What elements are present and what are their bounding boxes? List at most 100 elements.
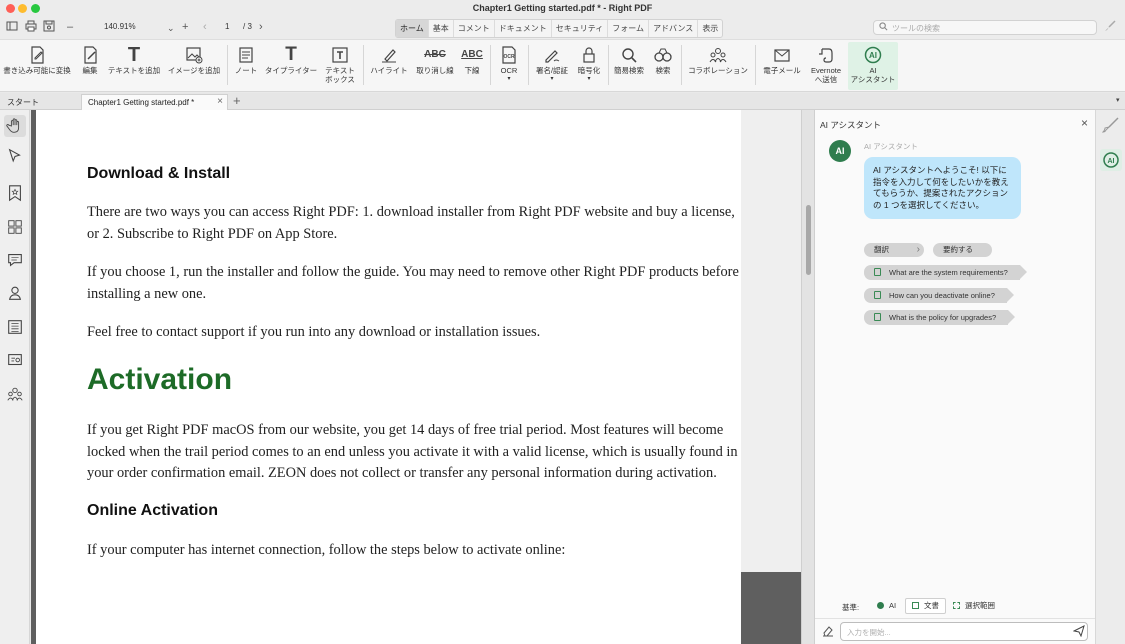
document-viewport[interactable]: Download & Install There are two ways yo… — [31, 110, 801, 644]
print-icon[interactable] — [25, 20, 37, 36]
underline-button[interactable]: ABC 下線 — [459, 42, 485, 90]
paragraph: If you get Right PDF macOS from our webs… — [87, 422, 738, 481]
next-page-button[interactable]: › — [259, 20, 263, 34]
svg-text:AI: AI — [869, 51, 877, 60]
summarize-action-button[interactable]: 要約する — [933, 243, 992, 257]
layers-icon[interactable] — [4, 316, 26, 338]
basis-option-selection[interactable]: 選択範囲 — [946, 598, 1002, 614]
brush-icon[interactable] — [1100, 116, 1122, 138]
vertical-scrollbar[interactable] — [801, 110, 815, 644]
document-icon — [874, 268, 881, 276]
textbox-button[interactable]: テキスト ボックス — [322, 42, 358, 90]
sign-button[interactable]: 署名/認証 ▾ — [532, 42, 572, 90]
page-number[interactable]: 1 — [225, 22, 229, 31]
menu-tab-comment[interactable]: コメント — [454, 20, 495, 37]
send-icon[interactable] — [1072, 625, 1085, 640]
typewriter-button[interactable]: T タイプライター — [263, 42, 319, 90]
edit-icon — [78, 44, 102, 66]
menu-tab-basic[interactable]: 基本 — [429, 20, 454, 37]
zoom-out-button[interactable]: – — [67, 20, 73, 34]
save-icon[interactable] — [43, 20, 55, 36]
menu-tab-view[interactable]: 表示 — [698, 20, 722, 37]
zoom-in-button[interactable]: + — [182, 20, 188, 34]
add-text-button[interactable]: T テキストを追加 — [106, 42, 162, 90]
comments-icon[interactable] — [4, 249, 26, 271]
menu-tab-document[interactable]: ドキュメント — [495, 20, 552, 37]
ai-assistant-panel: AI アシスタント × AI AI アシスタント AI アシスタントへようこそ!… — [815, 110, 1095, 644]
attachments-icon[interactable] — [4, 349, 26, 371]
brush-icon[interactable] — [1104, 20, 1116, 35]
strikethrough-button[interactable]: ABC 取り消し線 — [414, 42, 456, 90]
ai-avatar: AI — [829, 140, 851, 162]
convert-editable-button[interactable]: 書き込み可能に変換 — [2, 42, 72, 90]
menu-tab-form[interactable]: フォーム — [608, 20, 650, 37]
add-text-icon: T — [127, 44, 141, 66]
collaboration-panel-icon[interactable] — [4, 383, 26, 405]
ai-prompt-input[interactable] — [847, 626, 1062, 638]
select-tool-icon[interactable] — [4, 145, 26, 167]
nav-toolbar: – 140.91% ⌄ + ‹ 1 / 3 › ホーム 基本 コメント ドキュメ… — [0, 17, 1125, 39]
note-button[interactable]: ノート — [232, 42, 260, 90]
ocr-button[interactable]: OCR OCR ▾ — [495, 42, 523, 90]
document-tab-strip: スタート Chapter1 Getting started.pdf * × + … — [0, 93, 1125, 110]
tab-list-icon[interactable]: ▾ — [1116, 96, 1120, 104]
paragraph: Feel free to contact support if you run … — [87, 324, 541, 340]
add-image-icon — [182, 44, 206, 66]
note-icon — [234, 44, 258, 66]
edit-button[interactable]: 編集 — [76, 42, 104, 90]
close-icon[interactable]: × — [217, 96, 223, 107]
menu-tab-security[interactable]: セキュリティ — [552, 20, 609, 37]
ribbon-separator — [490, 45, 491, 85]
signature-panel-icon[interactable] — [4, 282, 26, 304]
encrypt-button[interactable]: 暗号化 ▾ — [575, 42, 603, 90]
ai-assistant-button[interactable]: AI AI アシスタント — [848, 42, 898, 90]
menu-tab-home[interactable]: ホーム — [396, 20, 429, 37]
suggested-question[interactable]: How can you deactivate online? — [864, 288, 1014, 303]
tab-document[interactable]: Chapter1 Getting started.pdf * × — [81, 94, 228, 110]
highlight-button[interactable]: ハイライト — [368, 42, 410, 90]
ai-prompt-field[interactable] — [840, 622, 1088, 641]
ribbon-separator — [608, 45, 609, 85]
pdf-page[interactable]: Download & Install There are two ways yo… — [36, 110, 741, 644]
new-tab-button[interactable]: + — [233, 93, 241, 108]
hand-tool-icon[interactable] — [4, 115, 26, 137]
prev-page-button[interactable]: ‹ — [203, 20, 207, 34]
collaboration-button[interactable]: コラボレーション — [686, 42, 750, 90]
bookmark-icon[interactable] — [4, 182, 26, 204]
sidebar-toggle-icon[interactable] — [6, 20, 18, 36]
basis-option-ai[interactable]: AI — [870, 598, 903, 614]
window-title: Chapter1 Getting started.pdf * - Right P… — [472, 3, 653, 13]
ocr-dropdown-icon: ▾ — [507, 76, 511, 82]
basis-option-document[interactable]: 文書 — [905, 598, 946, 614]
menu-tab-advanced[interactable]: アドバンス — [649, 20, 699, 37]
evernote-button[interactable]: Evernote へ送信 — [806, 42, 846, 90]
zoom-level[interactable]: 140.91% — [104, 22, 136, 31]
convert-editable-icon — [25, 44, 49, 66]
email-button[interactable]: 電子メール — [760, 42, 804, 90]
advanced-search-button[interactable]: 検索 — [650, 42, 676, 90]
typewriter-icon: T — [285, 44, 297, 65]
ocr-icon: OCR — [497, 44, 521, 66]
suggested-question[interactable]: What are the system requirements? — [864, 265, 1027, 280]
ai-assistant-icon[interactable]: AI — [1100, 149, 1122, 171]
scrollbar-thumb[interactable] — [806, 205, 811, 275]
translate-action-button[interactable]: 翻訳 › — [864, 243, 924, 257]
eraser-icon[interactable] — [822, 625, 834, 640]
tab-start[interactable]: スタート — [7, 97, 39, 108]
document-icon — [874, 291, 881, 299]
document-icon — [874, 313, 881, 321]
question-text: How can you deactivate online? — [889, 291, 995, 300]
ribbon-separator — [227, 45, 228, 85]
textbox-icon — [328, 44, 352, 66]
ribbon-separator — [681, 45, 682, 85]
close-panel-button[interactable]: × — [1081, 116, 1088, 130]
add-image-button[interactable]: イメージを追加 — [166, 42, 222, 90]
chevron-right-icon: › — [916, 244, 920, 255]
tool-search-input[interactable] — [892, 22, 1092, 34]
thumbnails-icon[interactable] — [4, 216, 26, 238]
tool-search[interactable] — [873, 20, 1097, 35]
quick-search-button[interactable]: 簡易検索 — [612, 42, 646, 90]
suggested-question[interactable]: What is the policy for upgrades? — [864, 310, 1016, 325]
zoom-dropdown-icon[interactable]: ⌄ — [167, 21, 175, 35]
heading-online-activation: Online Activation — [87, 502, 218, 519]
